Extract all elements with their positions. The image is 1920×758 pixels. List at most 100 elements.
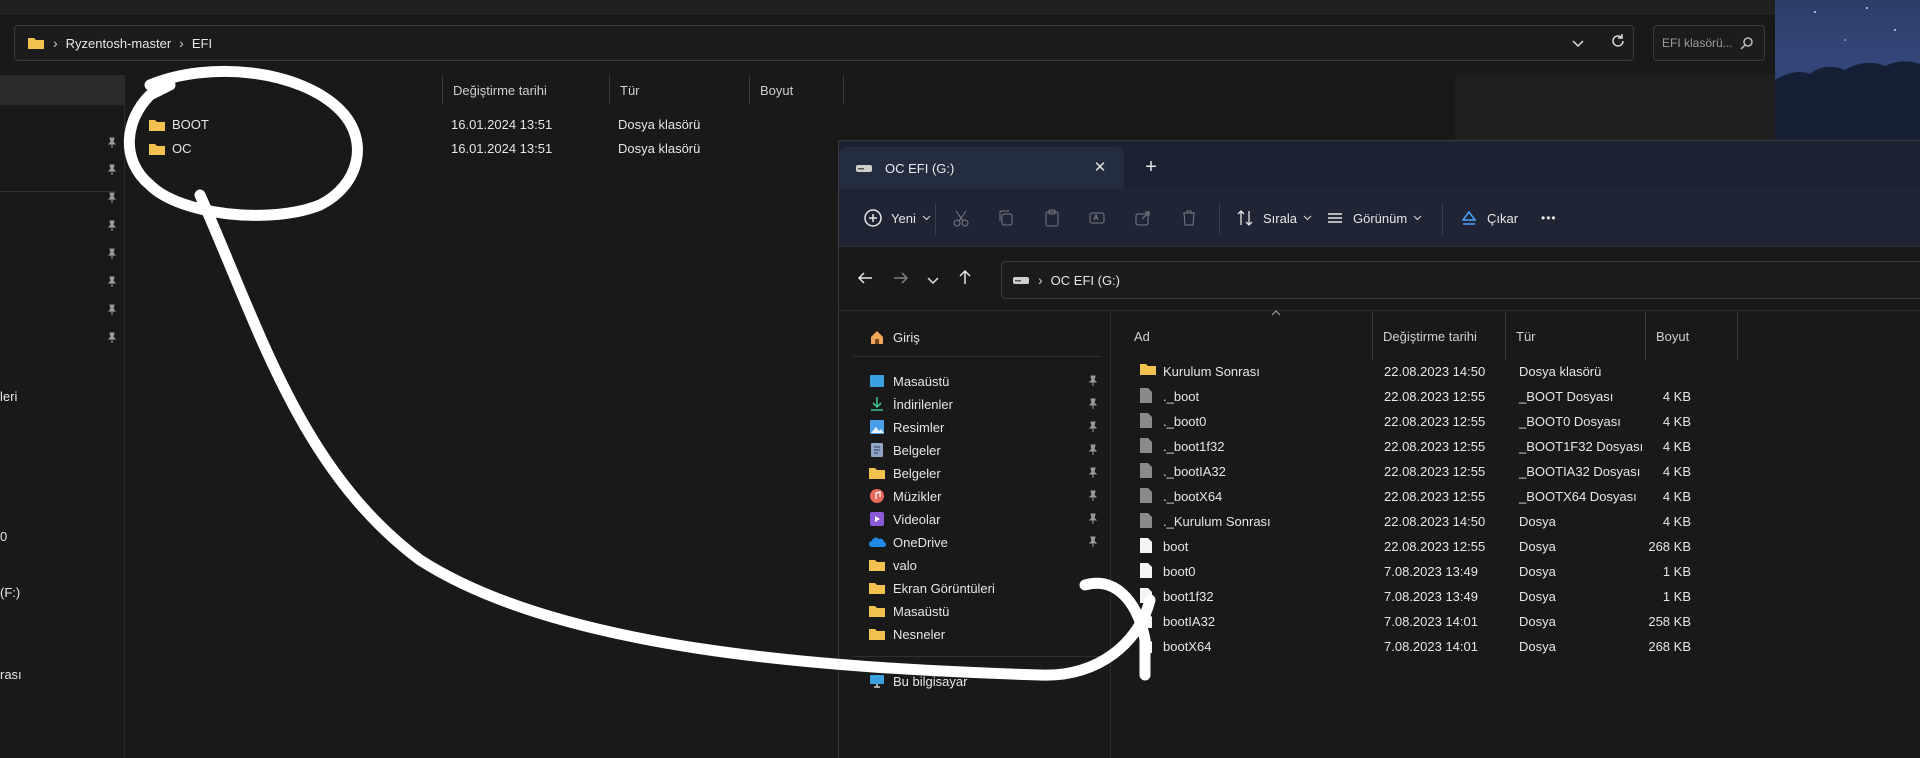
grey-file-icon xyxy=(1140,388,1152,403)
folder-icon xyxy=(867,464,887,482)
file-row[interactable]: Kurulum Sonrası 22.08.2023 14:50 Dosya k… xyxy=(1129,359,1829,384)
search-icon xyxy=(1740,37,1753,50)
recent-locations-chevron-icon[interactable] xyxy=(919,267,947,295)
pin-icon xyxy=(107,220,117,231)
column-header-modified[interactable]: Değiştirme tarihi xyxy=(1372,312,1506,360)
file-row[interactable]: boot 22.08.2023 12:55 Dosya 268 KB xyxy=(1129,534,1829,559)
pin-icon xyxy=(1088,444,1098,455)
file-name: ._boot0 xyxy=(1163,414,1207,429)
tab-oc-efi[interactable]: OC EFI (G:) ✕ xyxy=(839,147,1124,189)
back-arrow-icon[interactable] xyxy=(851,267,879,295)
paste-icon[interactable] xyxy=(1042,201,1062,235)
column-header-type[interactable]: Tür xyxy=(1506,312,1646,360)
file-row[interactable]: ._bootIA32 22.08.2023 12:55 _BOOTIA32 Do… xyxy=(1129,459,1829,484)
file-modified: 22.08.2023 12:55 xyxy=(1384,539,1486,554)
white-file-icon xyxy=(1140,538,1152,553)
column-header-modified[interactable]: Değiştirme tarihi xyxy=(442,75,610,105)
file-row[interactable]: bootX64 7.08.2023 14:01 Dosya 268 KB xyxy=(1129,634,1829,659)
file-type: Dosya xyxy=(1519,639,1556,654)
column-header-type[interactable]: Tür xyxy=(610,75,750,105)
cut-icon[interactable] xyxy=(951,201,971,235)
file-name: bootX64 xyxy=(1163,639,1212,654)
share-icon[interactable] xyxy=(1133,201,1153,235)
up-arrow-icon[interactable] xyxy=(951,267,979,295)
address-dropdown-icon[interactable] xyxy=(1565,30,1591,56)
file-row[interactable]: boot1f32 7.08.2023 13:49 Dosya 1 KB xyxy=(1129,584,1829,609)
rename-icon[interactable] xyxy=(1087,201,1107,235)
file-size: 258 KB xyxy=(1648,614,1691,629)
nav-selected-item[interactable] xyxy=(0,75,125,105)
eject-icon xyxy=(1461,210,1477,225)
column-header-size[interactable]: Boyut xyxy=(750,75,844,105)
nav-item-clipped[interactable]: (F:) xyxy=(0,585,20,600)
pin-icon xyxy=(1088,513,1098,524)
file-row-oc[interactable]: OC 16.01.2024 13:51 Dosya klasörü xyxy=(126,137,746,161)
eject-button[interactable]: Çıkar xyxy=(1459,201,1518,235)
file-row-boot[interactable]: BOOT 16.01.2024 13:51 Dosya klasörü xyxy=(126,113,746,137)
view-button[interactable]: Görünüm xyxy=(1325,201,1422,235)
home-icon xyxy=(867,328,887,346)
sort-button[interactable]: Sırala xyxy=(1235,201,1312,235)
white-file-icon xyxy=(1140,563,1152,578)
nav-item-clipped[interactable]: leri xyxy=(0,389,17,404)
sort-icon xyxy=(1237,210,1253,226)
breadcrumb-efi[interactable]: EFI xyxy=(192,36,212,51)
toolbar-divider xyxy=(935,203,936,235)
white-file-icon xyxy=(1140,638,1152,653)
file-row[interactable]: boot0 7.08.2023 13:49 Dosya 1 KB xyxy=(1129,559,1829,584)
column-header-name[interactable]: Ad xyxy=(1124,312,1372,360)
white-file-icon xyxy=(1140,613,1152,628)
file-row[interactable]: bootIA32 7.08.2023 14:01 Dosya 258 KB xyxy=(1129,609,1829,634)
nav-item-clipped[interactable]: rası xyxy=(0,667,22,682)
file-size: 4 KB xyxy=(1662,414,1691,429)
file-modified: 7.08.2023 13:49 xyxy=(1384,589,1478,604)
new-tab-icon[interactable]: + xyxy=(1137,153,1165,181)
close-icon[interactable]: ✕ xyxy=(1089,157,1111,179)
folder-icon xyxy=(867,602,887,620)
breadcrumb-oc-efi[interactable]: OC EFI (G:) xyxy=(1051,273,1120,288)
add-circle-icon xyxy=(864,209,882,227)
address-bar[interactable]: › Ryzentosh-master › EFI xyxy=(14,25,1634,61)
command-bar: Yeni Sırala Görünüm Çıkar ••• xyxy=(839,189,1920,247)
file-type: Dosya xyxy=(1519,614,1556,629)
file-row[interactable]: ._boot0 22.08.2023 12:55 _BOOT0 Dosyası … xyxy=(1129,409,1829,434)
column-header-name[interactable]: Ad xyxy=(136,75,442,105)
file-row[interactable]: ._bootX64 22.08.2023 12:55 _BOOTX64 Dosy… xyxy=(1129,484,1829,509)
file-type: _BOOT1F32 Dosyası xyxy=(1519,439,1644,454)
column-header-size[interactable]: Boyut xyxy=(1646,312,1738,360)
breadcrumb-ryzentosh[interactable]: Ryzentosh-master xyxy=(66,36,171,51)
copy-icon[interactable] xyxy=(996,201,1016,235)
pin-icon xyxy=(107,332,117,343)
more-options-button[interactable]: ••• xyxy=(1541,201,1557,235)
window-top-strip xyxy=(0,0,1775,14)
refresh-icon[interactable] xyxy=(1604,29,1632,57)
file-type: Dosya xyxy=(1519,589,1556,604)
nav-item-this-pc[interactable]: Bu bilgisayar xyxy=(867,668,1099,694)
nav-item-clipped[interactable]: 0 xyxy=(0,529,7,544)
file-type: _BOOTIA32 Dosyası xyxy=(1519,464,1641,479)
search-input[interactable]: EFI klasörü... xyxy=(1653,25,1765,61)
forward-arrow-icon[interactable] xyxy=(887,267,915,295)
file-row[interactable]: ._boot 22.08.2023 12:55 _BOOT Dosyası 4 … xyxy=(1129,384,1829,409)
folder-icon xyxy=(867,556,887,574)
navigation-pane: Giriş Masaüstü İndirilenler Resimler Bel… xyxy=(839,312,1111,758)
nav-item-home[interactable]: Giriş xyxy=(867,324,1099,350)
drive-icon xyxy=(856,165,872,172)
file-modified: 16.01.2024 13:51 xyxy=(451,141,553,156)
file-name: OC xyxy=(172,141,192,156)
nav-item-objects[interactable]: Nesneler xyxy=(867,621,1099,647)
file-row[interactable]: ._boot1f32 22.08.2023 12:55 _BOOT1F32 Do… xyxy=(1129,434,1829,459)
new-button[interactable]: Yeni xyxy=(863,201,931,235)
pin-icon xyxy=(1088,536,1098,547)
file-name: ._Kurulum Sonrası xyxy=(1163,514,1271,529)
file-modified: 22.08.2023 12:55 xyxy=(1384,464,1486,479)
file-size: 4 KB xyxy=(1662,389,1691,404)
nav-divider xyxy=(853,656,1101,657)
file-type: Dosya klasörü xyxy=(1519,364,1602,379)
delete-icon[interactable] xyxy=(1179,201,1199,235)
file-row[interactable]: ._Kurulum Sonrası 22.08.2023 14:50 Dosya… xyxy=(1129,509,1829,534)
file-modified: 7.08.2023 14:01 xyxy=(1384,639,1478,654)
file-modified: 16.01.2024 13:51 xyxy=(451,117,553,132)
address-bar[interactable]: › OC EFI (G:) xyxy=(1001,261,1920,299)
pin-icon xyxy=(107,164,117,175)
